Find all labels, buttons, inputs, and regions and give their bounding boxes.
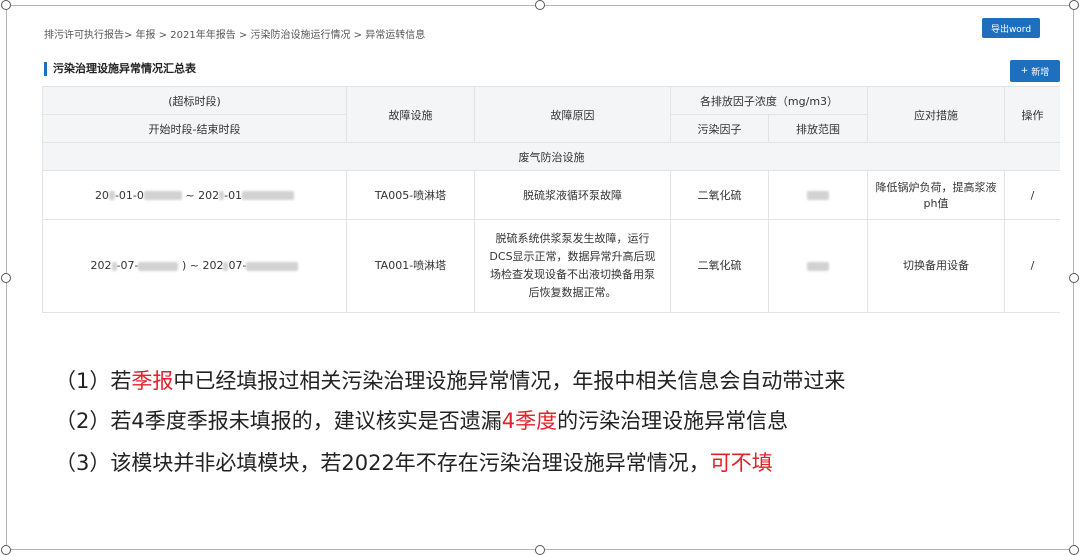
export-word-button[interactable]: 导出word — [982, 18, 1040, 38]
facility-cell: TA001-喷淋塔 — [346, 219, 475, 313]
resize-handle-bottom-center[interactable] — [535, 545, 545, 555]
measures-cell: 降低锅炉负荷，提高浆液ph值 — [867, 170, 1005, 220]
time-range-cell: 20 -01-0 ~ 202 -01 — [42, 170, 347, 220]
note-1-highlight: 季报 — [131, 369, 174, 393]
header-concentration: 各排放因子浓度（mg/m3） — [670, 86, 868, 115]
note-1-text-b: 中已经填报过相关污染治理设施异常情况，年报中相关信息会自动带过来 — [173, 369, 846, 393]
range-separator: ~ — [185, 188, 195, 202]
header-pollutant: 污染因子 — [670, 114, 769, 143]
header-ops: 操作 — [1004, 86, 1060, 143]
header-cause: 故障原因 — [474, 86, 671, 143]
masked-value — [242, 191, 295, 200]
note-2-text-b: 的污染治理设施异常信息 — [557, 409, 789, 433]
resize-handle-bottom-right[interactable] — [1069, 545, 1079, 555]
resize-handle-middle-left[interactable] — [1, 273, 11, 283]
measures-cell: 切换备用设备 — [867, 219, 1005, 313]
pollutant-cell: 二氧化硫 — [670, 170, 769, 220]
end-date: 07- — [228, 259, 247, 272]
note-2: （2）若4季度季报未填报的，建议核实是否遗漏4季度的污染治理设施异常信息 — [55, 406, 788, 436]
resize-handle-top-right[interactable] — [1069, 0, 1079, 10]
end-date: -01 — [224, 188, 243, 202]
resize-handle-middle-right[interactable] — [1069, 273, 1079, 283]
masked-value — [246, 261, 299, 271]
table-row: 20 -01-0 ~ 202 -01 TA005-喷淋塔 脱硫浆液循环泵故障 二氧化… — [42, 170, 1060, 220]
resize-handle-top-center[interactable] — [535, 0, 545, 10]
header-time-top: (超标时段) — [42, 86, 347, 115]
plus-icon: + — [1020, 66, 1029, 76]
masked-value — [138, 261, 179, 271]
range-cell — [768, 219, 868, 313]
time-range-cell: 202 -07- ) ~ 202 07- — [42, 219, 347, 313]
masked-value — [111, 261, 117, 271]
end-year: 202 — [202, 259, 224, 272]
note-3-highlight: 可不填 — [709, 451, 773, 475]
start-date: -07- — [116, 259, 139, 272]
cause-cell: 脱硫浆液循环泵故障 — [474, 170, 671, 220]
add-button-label: 新增 — [1031, 67, 1050, 78]
note-1-text-a: （1）若 — [55, 369, 132, 393]
start-date: -01-0 — [114, 188, 144, 202]
note-2-text-a: （2）若4季度季报未填报的，建议核实是否遗漏 — [55, 409, 502, 433]
masked-value — [143, 191, 182, 200]
group-row-exhaust: 废气防治设施 — [42, 142, 1060, 171]
ops-cell[interactable]: / — [1004, 170, 1060, 220]
masked-value — [219, 191, 225, 200]
table-row: 202 -07- ) ~ 202 07- TA001-喷淋塔 脱硫系统供浆泵发生故障… — [42, 219, 1060, 313]
pollutant-cell: 二氧化硫 — [670, 219, 769, 313]
range-separator: ) ~ — [181, 259, 199, 272]
masked-value — [807, 191, 829, 200]
add-button[interactable]: + 新增 — [1010, 60, 1060, 82]
resize-handle-top-left[interactable] — [1, 0, 11, 10]
note-1: （1）若季报中已经填报过相关污染治理设施异常情况，年报中相关信息会自动带过来 — [55, 366, 845, 396]
report-screenshot: 排污许可执行报告> 年报 > 2021年年报告 > 污染防治设施运行情况 > 异… — [42, 14, 1060, 320]
breadcrumb: 排污许可执行报告> 年报 > 2021年年报告 > 污染防治设施运行情况 > 异… — [44, 30, 426, 41]
cause-cell: 脱硫系统供浆泵发生故障，运行DCS显示正常，数据异常升高后现场检查发现设备不出液… — [474, 219, 671, 313]
facility-cell: TA005-喷淋塔 — [346, 170, 475, 220]
range-cell — [768, 170, 868, 220]
header-range: 排放范围 — [768, 114, 868, 143]
header-measures: 应对措施 — [867, 86, 1005, 143]
ops-cell[interactable]: / — [1004, 219, 1060, 313]
start-year: 202 — [90, 259, 112, 272]
section-title: 污染治理设施异常情况汇总表 — [44, 62, 196, 76]
note-3: （3）该模块并非必填模块，若2022年不存在污染治理设施异常情况，可不填 — [55, 448, 773, 478]
masked-value — [108, 191, 115, 200]
end-year: 202 — [198, 188, 220, 202]
note-2-highlight: 4季度 — [501, 409, 558, 433]
header-time-bottom: 开始时段-结束时段 — [42, 114, 347, 143]
masked-value — [223, 261, 229, 271]
note-3-text-a: （3）该模块并非必填模块，若2022年不存在污染治理设施异常情况， — [55, 451, 710, 475]
resize-handle-bottom-left[interactable] — [1, 545, 11, 555]
anomaly-summary-table: (超标时段) 故障设施 故障原因 各排放因子浓度（mg/m3） 应对措施 操作 … — [42, 86, 1060, 313]
header-facility: 故障设施 — [346, 86, 475, 143]
start-year: 20 — [94, 188, 109, 202]
masked-value — [807, 261, 829, 271]
